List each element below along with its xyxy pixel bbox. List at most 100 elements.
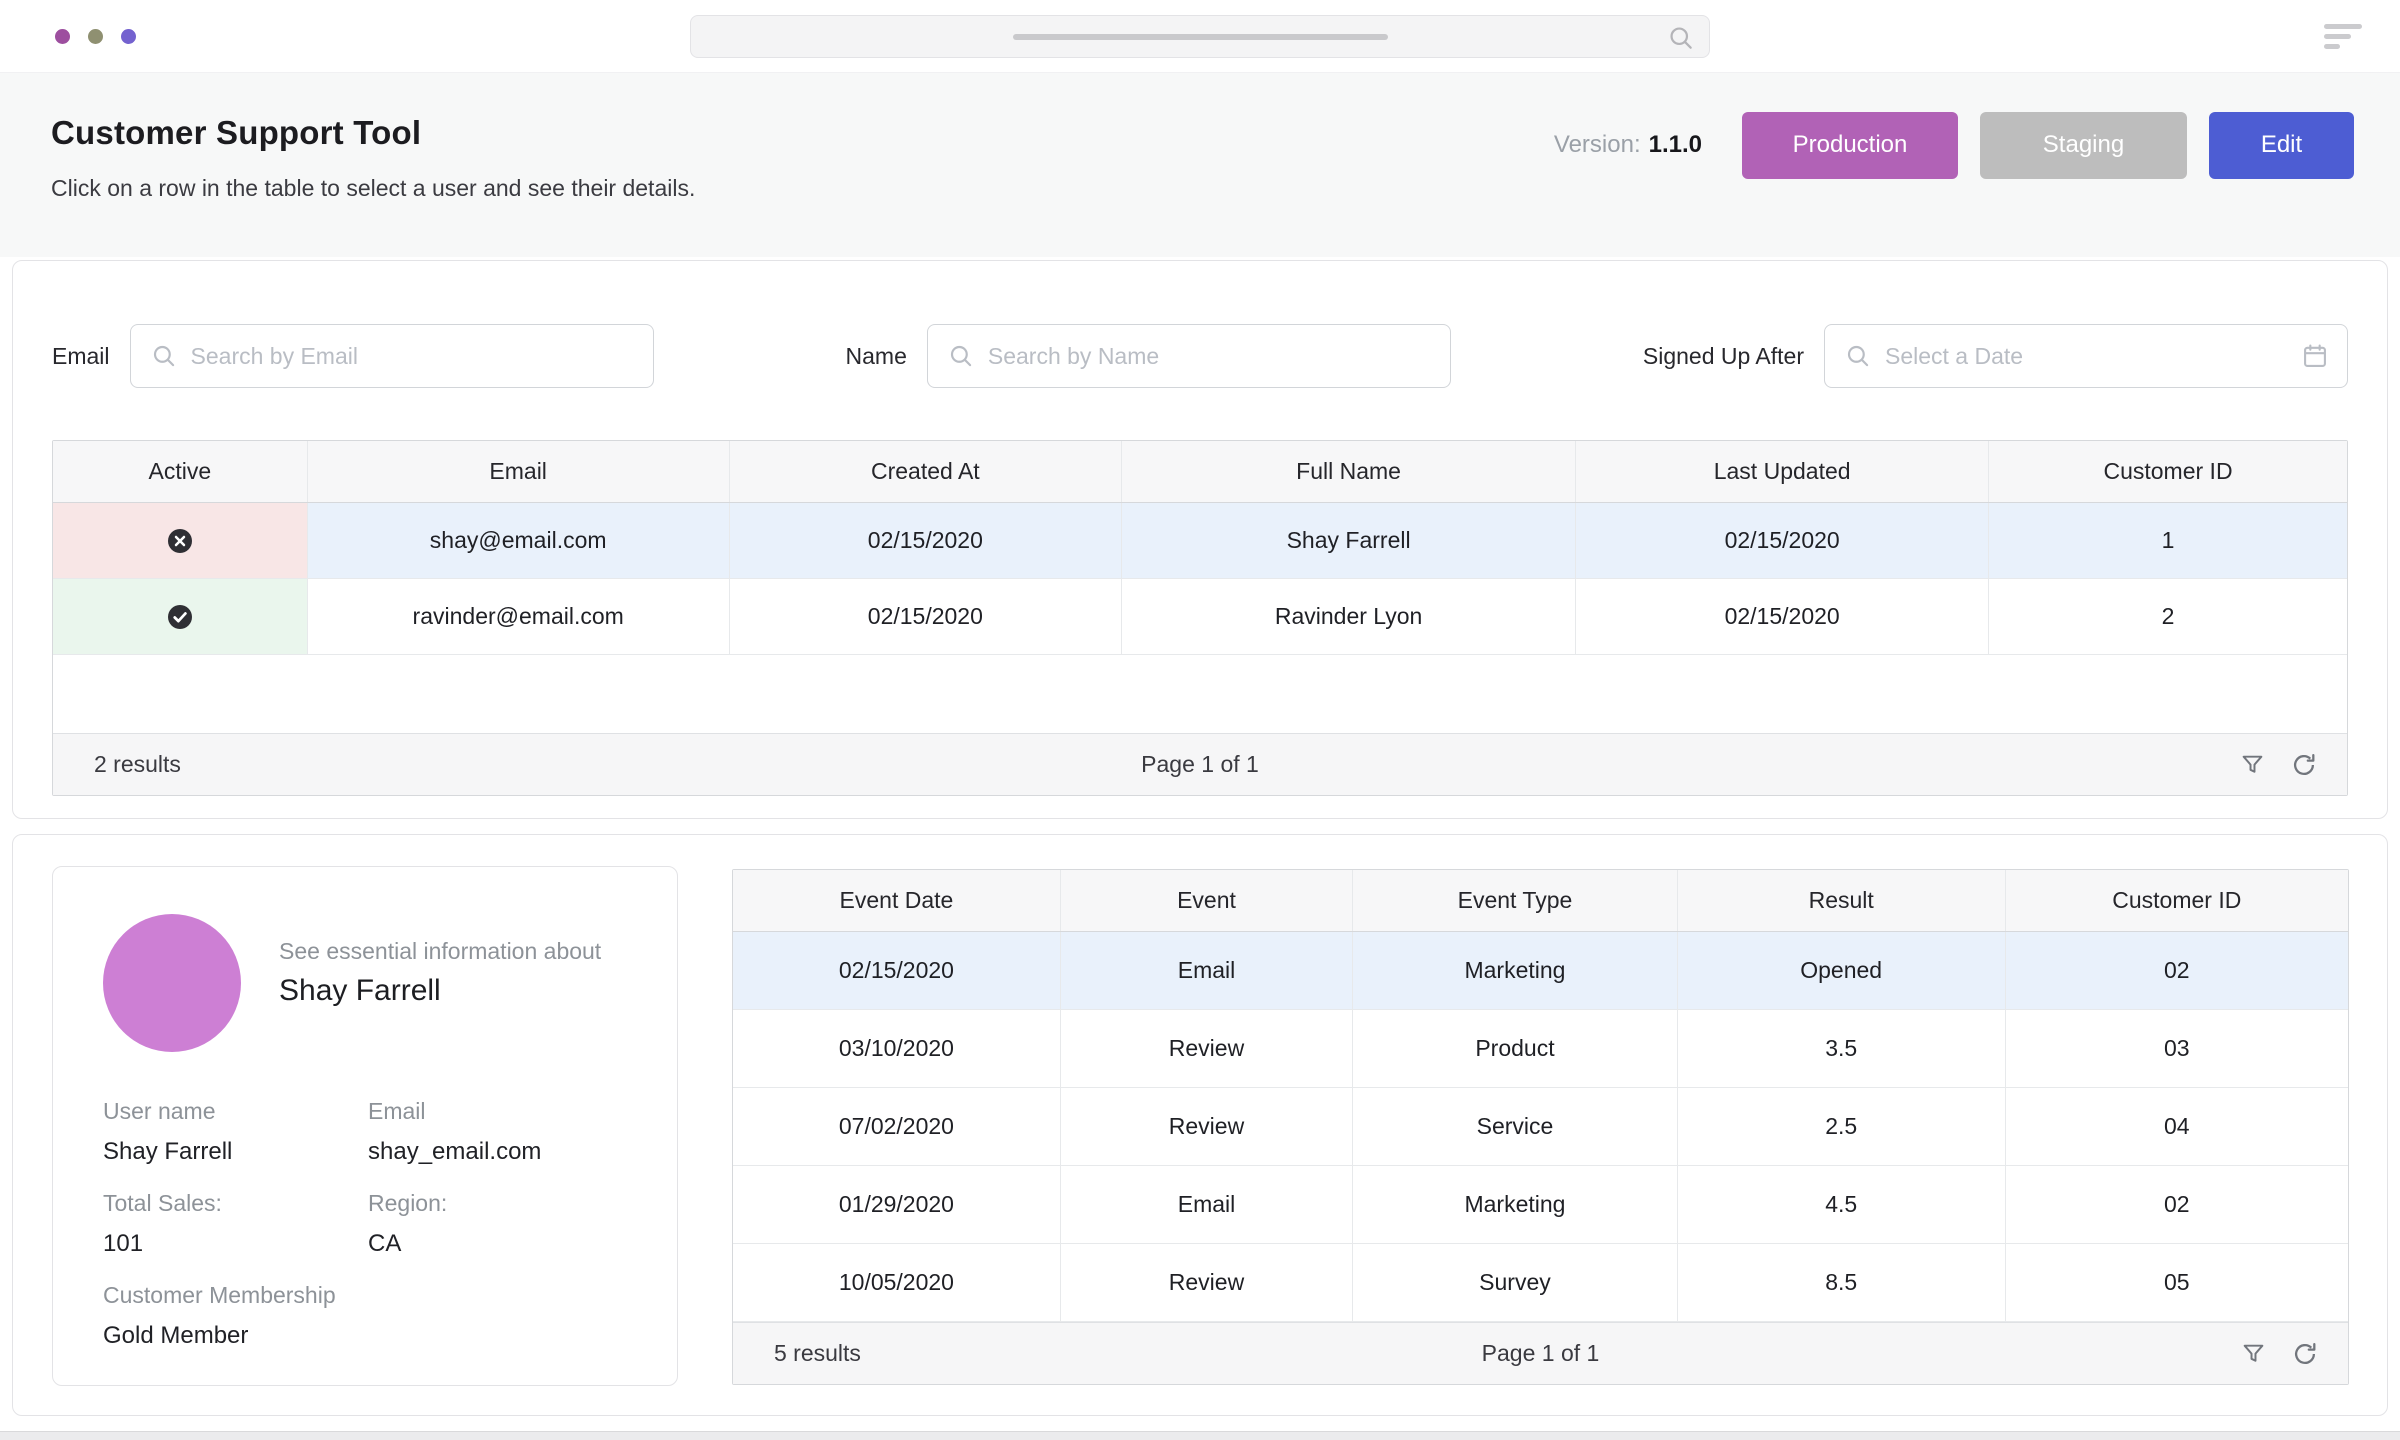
cell-event-type: Marketing (1353, 1166, 1678, 1243)
date-input[interactable] (1885, 343, 2287, 370)
edit-button[interactable]: Edit (2209, 112, 2354, 179)
cell-result: 8.5 (1678, 1244, 2006, 1321)
layout-menu-icon[interactable] (2324, 24, 2362, 49)
email-filter-label: Email (52, 343, 110, 370)
cell-full-name: Shay Farrell (1122, 503, 1576, 578)
table-row[interactable]: ravinder@email.com 02/15/2020 Ravinder L… (53, 579, 2347, 655)
window-control-dot[interactable] (88, 29, 103, 44)
column-header-event-type[interactable]: Event Type (1353, 870, 1678, 931)
cell-last-updated: 02/15/2020 (1576, 579, 1989, 654)
column-header-created-at[interactable]: Created At (730, 441, 1122, 502)
refresh-icon[interactable] (2292, 1341, 2318, 1367)
search-icon (151, 343, 177, 369)
email-filter: Email (52, 324, 654, 388)
field-label: Total Sales: (103, 1190, 368, 1217)
x-circle-icon (165, 526, 195, 556)
filters-row: Email Name (52, 324, 2348, 388)
signed-up-after-label: Signed Up After (1643, 343, 1804, 370)
avatar (103, 914, 241, 1052)
column-header-customer-id[interactable]: Customer ID (2006, 870, 2348, 931)
screen: Customer Support Tool Click on a row in … (0, 0, 2400, 1440)
staging-button[interactable]: Staging (1980, 112, 2187, 179)
field-region: Region: CA (368, 1190, 637, 1258)
table-row[interactable]: 02/15/2020 Email Marketing Opened 02 (733, 932, 2348, 1010)
page-subtitle: Click on a row in the table to select a … (51, 175, 695, 202)
search-icon[interactable] (1667, 24, 1695, 52)
cell-event-date: 07/02/2020 (733, 1088, 1061, 1165)
events-table: Event Date Event Event Type Result Custo… (732, 869, 2349, 1385)
cell-active (53, 503, 308, 578)
cell-event-date: 01/29/2020 (733, 1166, 1061, 1243)
refresh-icon[interactable] (2291, 752, 2317, 778)
column-header-active[interactable]: Active (53, 441, 308, 502)
column-header-email[interactable]: Email (308, 441, 730, 502)
users-table-header: Active Email Created At Full Name Last U… (53, 441, 2347, 503)
calendar-icon[interactable] (2301, 342, 2329, 370)
window-control-dot[interactable] (121, 29, 136, 44)
name-search-input[interactable] (988, 343, 1432, 370)
events-table-footer: Page 1 of 1 5 results (733, 1322, 2348, 1384)
search-icon (1845, 343, 1871, 369)
users-table-footer: Page 1 of 1 2 results (53, 733, 2347, 795)
check-circle-icon (165, 602, 195, 632)
user-details-grid: User name Shay Farrell Email shay_email.… (103, 1098, 637, 1350)
filter-icon[interactable] (2240, 752, 2265, 777)
table-footer-actions (2240, 752, 2317, 778)
window-control-dot[interactable] (55, 29, 70, 44)
field-value: Gold Member (103, 1322, 637, 1350)
table-row[interactable]: shay@email.com 02/15/2020 Shay Farrell 0… (53, 503, 2347, 579)
column-header-result[interactable]: Result (1678, 870, 2006, 931)
search-icon (948, 343, 974, 369)
page-indicator: Page 1 of 1 (53, 751, 2347, 778)
table-row[interactable]: 01/29/2020 Email Marketing 4.5 02 (733, 1166, 2348, 1244)
column-header-event[interactable]: Event (1061, 870, 1353, 931)
address-placeholder-line (1013, 34, 1388, 40)
user-card-top: See essential information about Shay Far… (103, 914, 637, 1052)
browser-address-bar[interactable] (690, 15, 1710, 58)
browser-chrome (0, 0, 2400, 73)
cell-created-at: 02/15/2020 (730, 579, 1122, 654)
cell-customer-id: 2 (1989, 579, 2347, 654)
version-value: 1.1.0 (1649, 131, 1702, 158)
field-value: 101 (103, 1230, 368, 1258)
header-titles: Customer Support Tool Click on a row in … (51, 111, 695, 202)
menu-bar (2324, 34, 2351, 39)
cell-result: 3.5 (1678, 1010, 2006, 1087)
cell-event-type: Service (1353, 1088, 1678, 1165)
user-card-name: Shay Farrell (279, 974, 601, 1008)
column-header-full-name[interactable]: Full Name (1122, 441, 1576, 502)
cell-event: Review (1061, 1088, 1353, 1165)
version-label: Version: (1554, 131, 1641, 158)
page-bottom-edge (0, 1431, 2400, 1440)
table-row[interactable]: 07/02/2020 Review Service 2.5 04 (733, 1088, 2348, 1166)
cell-customer-id: 04 (2006, 1088, 2348, 1165)
page-title: Customer Support Tool (51, 111, 695, 155)
column-header-last-updated[interactable]: Last Updated (1576, 441, 1989, 502)
field-total-sales: Total Sales: 101 (103, 1190, 368, 1258)
table-row[interactable]: 10/05/2020 Review Survey 8.5 05 (733, 1244, 2348, 1322)
user-detail-card: See essential information about Shay Far… (52, 866, 678, 1386)
cell-last-updated: 02/15/2020 (1576, 503, 1989, 578)
field-label: Email (368, 1098, 637, 1125)
column-header-customer-id[interactable]: Customer ID (1989, 441, 2347, 502)
table-row[interactable]: 03/10/2020 Review Product 3.5 03 (733, 1010, 2348, 1088)
page-indicator: Page 1 of 1 (733, 1340, 2348, 1367)
email-search-input[interactable] (191, 343, 635, 370)
users-table: Active Email Created At Full Name Last U… (52, 440, 2348, 796)
column-header-event-date[interactable]: Event Date (733, 870, 1061, 931)
filter-icon[interactable] (2241, 1341, 2266, 1366)
cell-event-date: 03/10/2020 (733, 1010, 1061, 1087)
email-search-box[interactable] (130, 324, 654, 388)
field-value: CA (368, 1230, 637, 1258)
cell-event-type: Survey (1353, 1244, 1678, 1321)
cell-customer-id: 03 (2006, 1010, 2348, 1087)
signed-up-after-filter: Signed Up After (1643, 324, 2348, 388)
table-footer-actions (2241, 1341, 2318, 1367)
cell-created-at: 02/15/2020 (730, 503, 1122, 578)
production-button[interactable]: Production (1742, 112, 1958, 179)
name-filter-label: Name (846, 343, 907, 370)
cell-email: ravinder@email.com (308, 579, 730, 654)
main-content: Email Name (0, 257, 2400, 1416)
date-search-box[interactable] (1824, 324, 2348, 388)
name-search-box[interactable] (927, 324, 1451, 388)
